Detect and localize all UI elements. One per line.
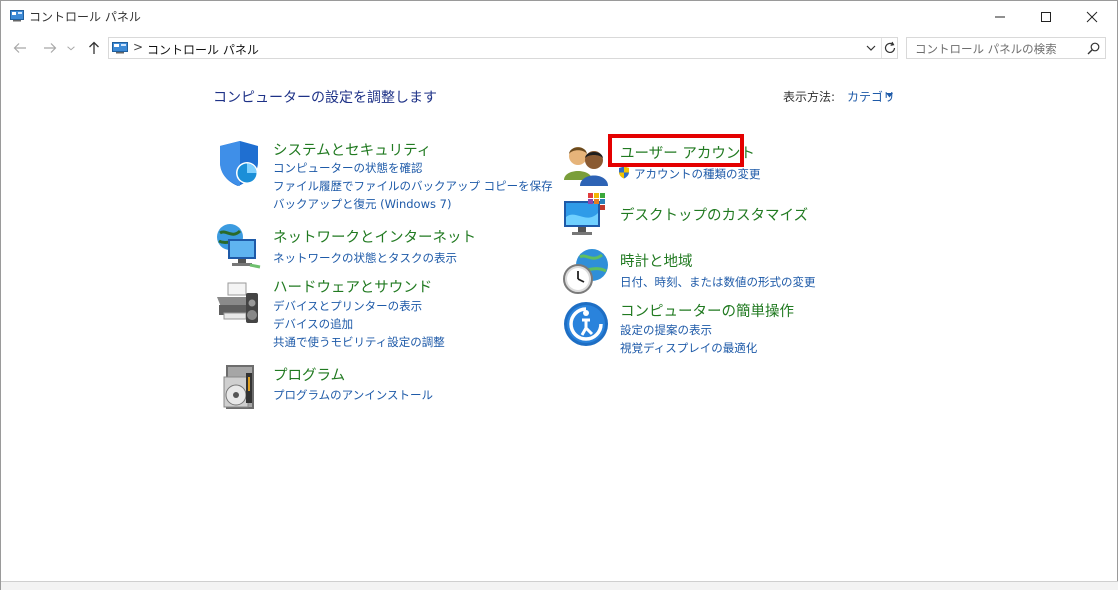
search-placeholder: コントロール パネルの検索 (915, 42, 1057, 56)
category-link[interactable]: プログラムのアンインストール (273, 387, 433, 403)
breadcrumb-item[interactable]: コントロール パネル (147, 41, 259, 58)
search-input[interactable]: コントロール パネルの検索 (906, 37, 1106, 59)
address-bar[interactable]: > コントロール パネル (108, 37, 898, 59)
uac-shield-icon (619, 166, 629, 179)
minimize-icon (995, 16, 1005, 17)
divider (881, 38, 882, 58)
highlight-annotation (608, 134, 744, 167)
close-button[interactable] (1069, 1, 1115, 32)
ease-of-access-icon[interactable] (562, 300, 610, 348)
category-link[interactable]: コンピューターの状態を確認 (273, 160, 423, 176)
title-bar: コントロール パネル (1, 1, 1117, 32)
category-link[interactable]: デバイスの追加 (273, 316, 353, 332)
shield-icon[interactable] (214, 140, 262, 188)
category-link[interactable]: バックアップと復元 (Windows 7) (273, 196, 451, 212)
category-title[interactable]: ハードウェアとサウンド (273, 276, 432, 297)
clock-icon[interactable] (562, 247, 610, 295)
category-link[interactable]: ファイル履歴でファイルのバックアップ コピーを保存 (273, 178, 553, 194)
category-title[interactable]: ネットワークとインターネット (273, 226, 476, 247)
recent-locations-button[interactable] (65, 39, 77, 57)
view-by-label: 表示方法: (783, 90, 836, 104)
network-icon[interactable] (214, 223, 262, 271)
category-title[interactable]: デスクトップのカスタマイズ (620, 204, 808, 225)
search-icon[interactable] (1087, 42, 1100, 55)
caret-down-icon[interactable] (886, 93, 893, 98)
back-button[interactable] (11, 39, 29, 57)
up-button[interactable] (85, 39, 103, 57)
printer-icon[interactable] (214, 279, 262, 327)
control-panel-icon (10, 10, 24, 22)
maximize-button[interactable] (1023, 1, 1069, 32)
control-panel-icon (112, 42, 128, 54)
category-link[interactable]: ネットワークの状態とタスクの表示 (273, 250, 457, 266)
control-panel-window: コントロール パネル > コントロール パネル コントロール パネルの検索 コン… (0, 0, 1118, 590)
arrow-up-icon (89, 41, 99, 54)
forward-button[interactable] (41, 39, 59, 57)
close-icon (1086, 11, 1098, 22)
category-title[interactable]: 時計と地域 (620, 250, 693, 271)
programs-icon[interactable] (214, 363, 262, 411)
category-title[interactable]: プログラム (273, 364, 345, 385)
minimize-button[interactable] (977, 1, 1023, 32)
arrow-right-icon (44, 43, 57, 53)
arrow-left-icon (13, 43, 26, 53)
breadcrumb-separator: > (133, 40, 144, 54)
desktop-icon[interactable] (562, 191, 610, 239)
category-title[interactable]: システムとセキュリティ (273, 139, 431, 160)
category-link[interactable]: 日付、時刻、または数値の形式の変更 (620, 274, 816, 290)
category-link[interactable]: 設定の提案の表示 (620, 322, 712, 338)
maximize-icon (1041, 11, 1051, 22)
category-link[interactable]: 共通で使うモビリティ設定の調整 (273, 334, 445, 350)
chevron-down-icon[interactable] (865, 42, 877, 54)
category-link[interactable]: デバイスとプリンターの表示 (273, 298, 422, 314)
category-link[interactable]: アカウントの種類の変更 (634, 166, 761, 182)
category-title[interactable]: コンピューターの簡単操作 (620, 300, 794, 321)
navigation-bar: > コントロール パネル コントロール パネルの検索 (1, 32, 1117, 65)
chevron-down-icon (67, 46, 75, 51)
users-icon[interactable] (562, 140, 610, 188)
page-title: コンピューターの設定を調整します (213, 90, 437, 106)
category-link[interactable]: 視覚ディスプレイの最適化 (620, 340, 757, 356)
window-title: コントロール パネル (29, 10, 141, 24)
background-behind-window (1, 581, 1118, 590)
refresh-icon[interactable] (883, 41, 897, 55)
